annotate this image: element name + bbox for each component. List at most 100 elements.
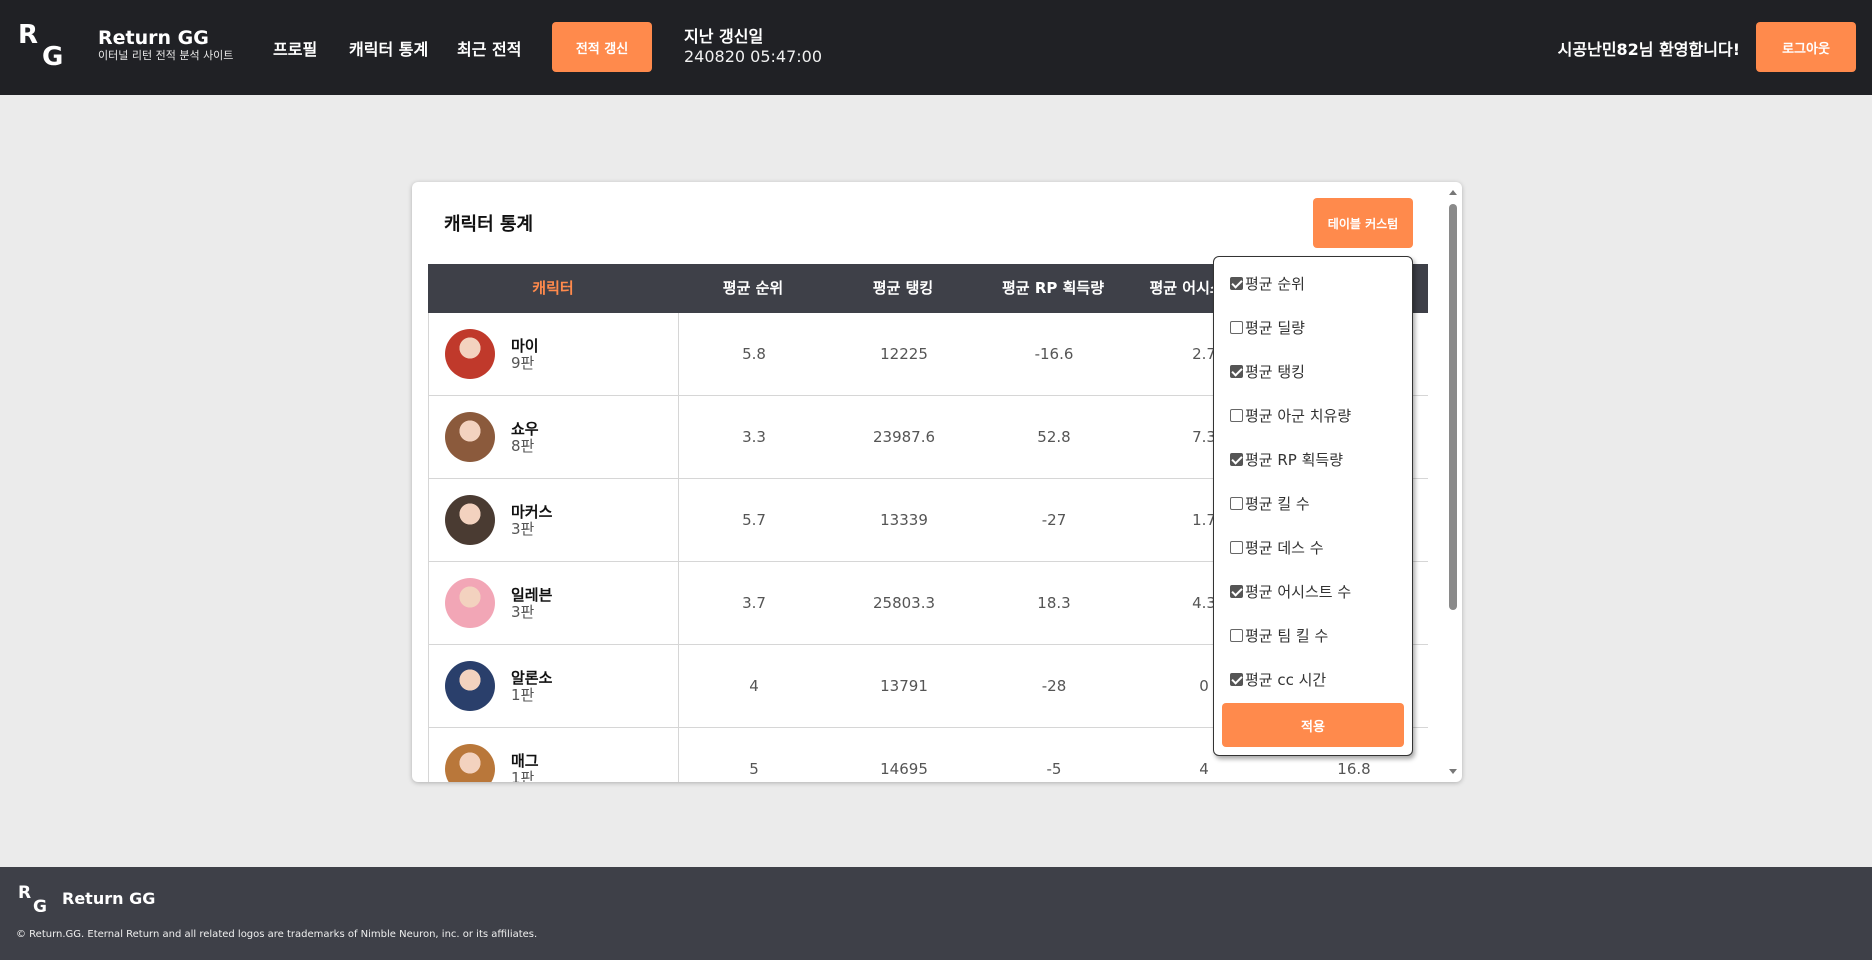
nav-recent-matches[interactable]: 최근 전적 xyxy=(457,36,521,60)
table-custom-dropdown: 평균 순위평균 딜량평균 탱킹평균 아군 치유량평균 RP 획득량평균 킬 수평… xyxy=(1213,256,1413,756)
option-label: 평균 아군 치유량 xyxy=(1245,406,1352,425)
character-name: 마이 xyxy=(511,337,539,355)
column-header-character[interactable]: 캐릭터 xyxy=(428,264,678,313)
option-label: 평균 탱킹 xyxy=(1245,362,1305,381)
card-scrollbar[interactable] xyxy=(1444,182,1462,782)
last-update-value: 240820 05:47:00 xyxy=(684,47,823,66)
dropdown-option[interactable]: 평균 탱킹 xyxy=(1230,359,1305,383)
character-avatar xyxy=(445,329,495,379)
character-games: 3판 xyxy=(511,520,535,538)
option-label: 평균 팀 킬 수 xyxy=(1245,626,1329,645)
character-avatar xyxy=(445,661,495,711)
character-games: 1판 xyxy=(511,769,535,782)
logo-letter-g: G xyxy=(42,42,64,72)
logo[interactable]: R G xyxy=(18,20,64,72)
cell-avg-rank: 3.7 xyxy=(742,594,766,612)
character-name: 알론소 xyxy=(511,669,553,687)
character-cell[interactable]: 마커스 3판 xyxy=(429,479,679,562)
table-custom-button[interactable]: 테이블 커스텀 xyxy=(1313,198,1413,248)
cell-avg-rank: 5.8 xyxy=(742,345,766,363)
cell-avg-rp: 18.3 xyxy=(1037,594,1071,612)
scroll-up-arrow-icon[interactable] xyxy=(1449,190,1457,195)
cell-avg-rank: 5.7 xyxy=(742,511,766,529)
dropdown-option[interactable]: 평균 순위 xyxy=(1230,271,1305,295)
character-games: 8판 xyxy=(511,437,535,455)
brand[interactable]: Return GG 이터널 리턴 전적 분석 사이트 xyxy=(98,27,233,63)
nav-character-stats[interactable]: 캐릭터 통계 xyxy=(349,36,428,60)
dropdown-option[interactable]: 평균 RP 획득량 xyxy=(1230,447,1343,471)
last-update: 지난 갱신일 240820 05:47:00 xyxy=(684,27,822,67)
option-label: 평균 킬 수 xyxy=(1245,494,1310,513)
cell-avg-tanking: 13791 xyxy=(880,677,928,695)
card-title: 캐릭터 통계 xyxy=(444,214,534,235)
brand-title: Return GG xyxy=(98,27,209,49)
character-avatar xyxy=(445,744,495,782)
column-header-avg-tanking[interactable]: 평균 탱킹 xyxy=(828,264,978,313)
dropdown-option[interactable]: 평균 데스 수 xyxy=(1230,535,1324,559)
option-checkbox[interactable] xyxy=(1230,496,1243,510)
welcome-message: 시공난민82님 환영합니다! xyxy=(1557,40,1740,59)
character-avatar xyxy=(445,495,495,545)
character-avatar xyxy=(445,578,495,628)
dropdown-option[interactable]: 평균 아군 치유량 xyxy=(1230,403,1351,427)
option-checkbox[interactable] xyxy=(1230,276,1243,290)
character-name: 일레븐 xyxy=(511,586,553,604)
dropdown-option[interactable]: 평균 팀 킬 수 xyxy=(1230,623,1328,647)
logout-button[interactable]: 로그아웃 xyxy=(1756,22,1856,72)
column-header-avg-rp[interactable]: 평균 RP 획득량 xyxy=(978,264,1128,313)
character-cell[interactable]: 매그 1판 xyxy=(429,728,679,782)
last-update-label: 지난 갱신일 xyxy=(684,27,764,46)
footer-logo: R G xyxy=(18,883,48,919)
column-header-avg-rank[interactable]: 평균 순위 xyxy=(678,264,828,313)
character-cell[interactable]: 알론소 1판 xyxy=(429,645,679,728)
option-label: 평균 RP 획득량 xyxy=(1245,450,1344,469)
character-games: 9판 xyxy=(511,354,535,372)
option-label: 평균 cc 시간 xyxy=(1245,670,1327,689)
character-cell[interactable]: 일레븐 3판 xyxy=(429,562,679,645)
option-checkbox[interactable] xyxy=(1230,320,1243,334)
dropdown-option[interactable]: 평균 어시스트 수 xyxy=(1230,579,1351,603)
header: R G Return GG 이터널 리턴 전적 분석 사이트 프로필 캐릭터 통… xyxy=(0,0,1872,95)
dropdown-option[interactable]: 평균 cc 시간 xyxy=(1230,667,1326,691)
footer-logo-letter-g: G xyxy=(33,897,47,917)
dropdown-option[interactable]: 평균 킬 수 xyxy=(1230,491,1310,515)
cell-avg-tanking: 12225 xyxy=(880,345,928,363)
cell-avg-rp: -28 xyxy=(1041,677,1067,695)
character-cell[interactable]: 쇼우 8판 xyxy=(429,396,679,479)
scroll-thumb[interactable] xyxy=(1449,204,1457,610)
cell-avg-rp: -5 xyxy=(1046,760,1062,778)
option-checkbox[interactable] xyxy=(1230,628,1243,642)
option-checkbox[interactable] xyxy=(1230,540,1243,554)
dropdown-option[interactable]: 평균 딜량 xyxy=(1230,315,1305,339)
footer-logo-letter-r: R xyxy=(18,883,32,903)
option-label: 평균 어시스트 수 xyxy=(1245,582,1352,601)
option-checkbox[interactable] xyxy=(1230,672,1243,686)
character-games: 3판 xyxy=(511,603,535,621)
cell-avg-rank: 4 xyxy=(749,677,759,695)
option-checkbox[interactable] xyxy=(1230,364,1243,378)
option-checkbox[interactable] xyxy=(1230,584,1243,598)
footer-copyright: © Return.GG. Eternal Return and all rela… xyxy=(16,929,538,940)
character-cell[interactable]: 마이 9판 xyxy=(429,313,679,396)
cell-avg-rp: -16.6 xyxy=(1034,345,1074,363)
option-checkbox[interactable] xyxy=(1230,452,1243,466)
character-name: 매그 xyxy=(511,752,539,770)
footer: R G Return GG © Return.GG. Eternal Retur… xyxy=(0,867,1872,960)
nav-profile[interactable]: 프로필 xyxy=(273,36,317,60)
apply-button[interactable]: 적용 xyxy=(1222,703,1404,747)
option-checkbox[interactable] xyxy=(1230,408,1243,422)
brand-subtitle: 이터널 리턴 전적 분석 사이트 xyxy=(98,49,234,62)
option-label: 평균 순위 xyxy=(1245,274,1305,293)
cell-avg-rp: -27 xyxy=(1041,511,1067,529)
cell-avg-tanking: 25803.3 xyxy=(872,594,936,612)
footer-brand: Return GG xyxy=(62,889,156,908)
cell-avg-tanking: 13339 xyxy=(880,511,928,529)
character-games: 1판 xyxy=(511,686,535,704)
cell-avg-rank: 5 xyxy=(749,760,759,778)
cell-avg-rp: 52.8 xyxy=(1037,428,1071,446)
cell-avg-rank: 3.3 xyxy=(742,428,766,446)
option-label: 평균 데스 수 xyxy=(1245,538,1324,557)
refresh-button[interactable]: 전적 갱신 xyxy=(552,22,652,72)
scroll-down-arrow-icon[interactable] xyxy=(1449,769,1457,774)
option-label: 평균 딜량 xyxy=(1245,318,1305,337)
